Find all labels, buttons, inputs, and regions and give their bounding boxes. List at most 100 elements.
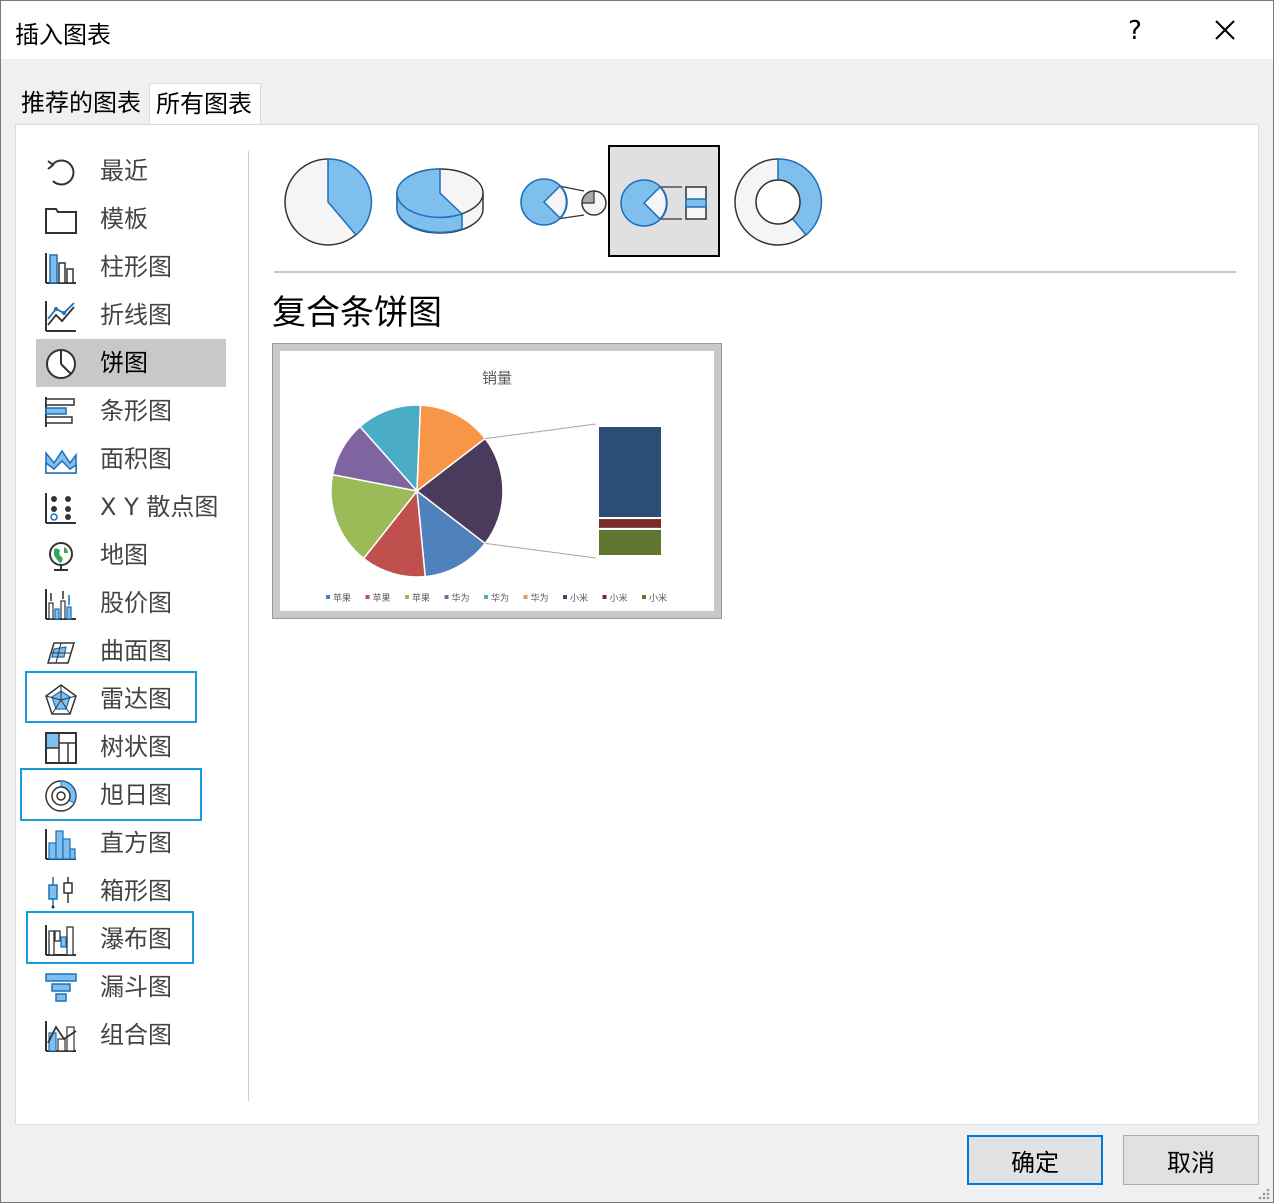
bar-of-pie-icon: [620, 179, 707, 227]
gallery-divider: [274, 271, 1236, 273]
legend-label: 小米: [610, 592, 628, 604]
map-chart-icon: [49, 542, 73, 571]
sidebar-item-label: 柱形图: [100, 253, 172, 281]
title-bar: 插入图表 ?: [1, 1, 1273, 59]
column-chart-icon: [45, 253, 76, 284]
line-chart-icon: [45, 301, 76, 332]
scatter-chart-icon: [45, 493, 76, 524]
chart-preview[interactable]: 销量 苹果 苹果 苹果 华为 华为 华为 小米 小米 小米: [272, 343, 722, 619]
help-button[interactable]: ?: [1113, 9, 1157, 53]
sidebar-item-label: 条形图: [100, 397, 172, 425]
sidebar-item-label: 最近: [100, 157, 148, 185]
combo-chart-icon: [45, 1021, 77, 1052]
subtype-bar-of-pie[interactable]: [608, 145, 720, 257]
sidebar-item-label: 曲面图: [100, 637, 172, 665]
sidebar-item-label: 组合图: [100, 1021, 172, 1049]
sidebar-item-funnel[interactable]: 漏斗图: [36, 963, 226, 1011]
sidebar-item-label: X Y 散点图: [100, 493, 219, 521]
legend-swatch: [563, 595, 567, 599]
sidebar-item-label: 折线图: [100, 301, 172, 329]
close-button[interactable]: [1203, 9, 1247, 53]
sidebar-item-label: 股价图: [100, 589, 172, 617]
highlight-radar: [25, 671, 197, 723]
sidebar-item-label: 地图: [100, 541, 148, 569]
sidebar-item-histogram[interactable]: 直方图: [36, 819, 226, 867]
sidebar-item-pie[interactable]: 饼图: [36, 339, 226, 387]
panel-divider: [248, 151, 249, 1101]
legend-swatch: [484, 595, 488, 599]
box-whisker-chart-icon: [48, 877, 73, 909]
sidebar-item-label: 面积图: [100, 445, 172, 473]
recent-icon: [47, 159, 75, 186]
sidebar-item-label: 模板: [100, 205, 148, 233]
preview-chart: 销量苹果 苹果 苹果 华为 华为 华为 小米 小米 小米: [326, 369, 667, 604]
tab-all-charts[interactable]: 所有图表: [149, 83, 261, 125]
area-chart-icon: [45, 449, 77, 474]
legend-label: 苹果: [412, 592, 430, 604]
template-icon: [45, 208, 77, 234]
3d-pie-icon: [396, 168, 484, 234]
connector-line: [485, 423, 597, 440]
legend-swatch: [405, 595, 409, 599]
legend-label: 苹果: [333, 592, 351, 604]
subtype-3d-pie[interactable]: [384, 145, 496, 257]
subtype-pie-of-pie[interactable]: [496, 145, 608, 257]
sidebar-item-label: 饼图: [100, 349, 148, 377]
sidebar-item-box-whisker[interactable]: 箱形图: [36, 867, 226, 915]
treemap-chart-icon: [45, 732, 77, 764]
stock-chart-icon: [45, 589, 76, 620]
bar-chart-icon: [45, 397, 75, 427]
subtype-doughnut[interactable]: [720, 145, 832, 257]
pie-of-pie-icon: [520, 178, 607, 226]
subtype-pie[interactable]: [272, 145, 384, 257]
legend-label: 小米: [649, 592, 667, 604]
sidebar-item-label: 直方图: [100, 829, 172, 857]
doughnut-icon: [734, 158, 823, 246]
sidebar-item-label: 漏斗图: [100, 973, 172, 1001]
histogram-chart-icon: [45, 829, 76, 860]
sidebar-item-combo[interactable]: 组合图: [36, 1011, 226, 1059]
sidebar-item-scatter[interactable]: X Y 散点图: [36, 483, 226, 531]
legend-swatch: [365, 595, 370, 599]
sidebar-item-column[interactable]: 柱形图: [36, 243, 226, 291]
sidebar-item-label: 树状图: [100, 733, 172, 761]
legend-swatch: [326, 595, 330, 599]
chart-preview-canvas: 销量 苹果 苹果 苹果 华为 华为 华为 小米 小米 小米: [280, 351, 714, 611]
legend-label: 华为: [531, 592, 549, 604]
funnel-chart-icon: [45, 973, 77, 1002]
sidebar-item-stock[interactable]: 股价图: [36, 579, 226, 627]
sidebar-item-line[interactable]: 折线图: [36, 291, 226, 339]
surface-chart-icon: [46, 642, 76, 664]
secondary-bar-segment: [597, 517, 663, 530]
sidebar-item-area[interactable]: 面积图: [36, 435, 226, 483]
chart-panel: 最近 模板 柱形图 折线图 饼图 条形图 面积图 X Y 散点图 地图 股价图 …: [15, 124, 1259, 1125]
tab-recommended-charts[interactable]: 推荐的图表: [15, 83, 149, 125]
legend-label: 华为: [491, 592, 509, 604]
cancel-button[interactable]: 取消: [1123, 1135, 1259, 1185]
legend-label: 华为: [452, 592, 470, 604]
secondary-bar-segment: [597, 527, 663, 557]
highlight-waterfall: [26, 911, 194, 964]
sidebar-item-template[interactable]: 模板: [36, 195, 226, 243]
sidebar-item-map[interactable]: 地图: [36, 531, 226, 579]
chart-title: 销量: [482, 369, 512, 387]
insert-chart-dialog: 插入图表 ? 推荐的图表 所有图表 最近 模板 柱形图 折线图 饼图 条形图 面…: [0, 0, 1274, 1203]
legend-swatch: [602, 595, 607, 599]
sidebar-item-recent[interactable]: 最近: [36, 147, 226, 195]
pie-chart-icon: [46, 349, 76, 379]
ok-button[interactable]: 确定: [967, 1135, 1103, 1185]
legend-swatch: [444, 595, 449, 599]
legend-label: 苹果: [373, 592, 391, 604]
legend-swatch: [642, 595, 646, 599]
legend-swatch: [523, 595, 528, 599]
sidebar-item-label: 箱形图: [100, 877, 172, 905]
secondary-bar-segment: [597, 425, 663, 520]
selected-chart-name: 复合条饼图: [272, 293, 442, 333]
sidebar-item-bar[interactable]: 条形图: [36, 387, 226, 435]
dialog-title: 插入图表: [15, 21, 111, 49]
sidebar-item-treemap[interactable]: 树状图: [36, 723, 226, 771]
sidebar-item-surface[interactable]: 曲面图: [36, 627, 226, 675]
pie-icon: [284, 158, 373, 246]
close-icon: [1215, 20, 1235, 40]
resize-grip-icon[interactable]: [1255, 1185, 1271, 1201]
